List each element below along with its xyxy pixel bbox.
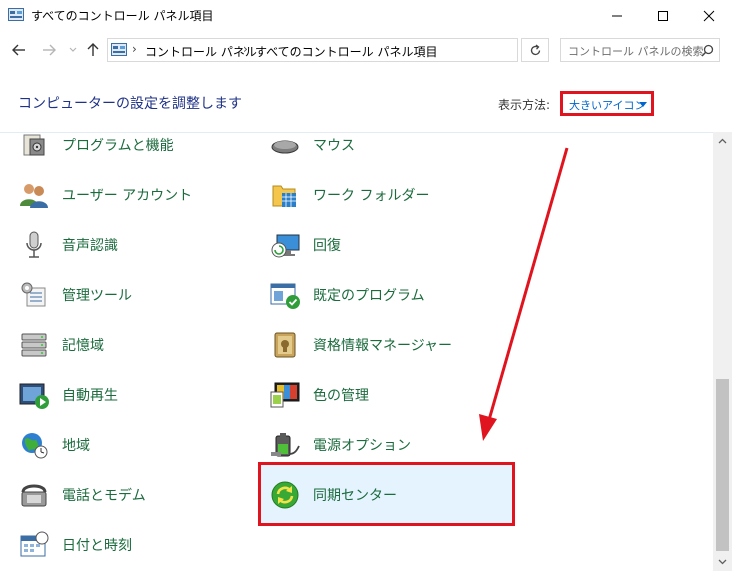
autoplay-icon — [16, 377, 52, 413]
item-region[interactable]: 地域 — [16, 424, 236, 466]
user-accounts-icon — [16, 177, 52, 213]
window-title: すべてのコントロール パネル項目 — [31, 9, 214, 23]
item-label: 音声認識 — [62, 238, 118, 254]
item-recovery[interactable]: 回復 — [267, 224, 507, 266]
item-programs-features[interactable]: プログラムと機能 — [16, 124, 236, 166]
forward-icon[interactable] — [40, 41, 58, 59]
control-panel-icon — [8, 8, 24, 21]
search-placeholder: コントロール パネルの検索 — [568, 45, 704, 58]
control-panel-icon — [111, 43, 127, 56]
item-autoplay[interactable]: 自動再生 — [16, 374, 236, 416]
microphone-icon — [16, 227, 52, 263]
up-icon[interactable] — [84, 41, 102, 59]
item-date-time[interactable]: 日付と時刻 — [16, 524, 236, 566]
item-label: 資格情報マネージャー — [313, 338, 453, 354]
recent-locations-icon[interactable] — [64, 41, 82, 59]
scroll-down-icon[interactable] — [718, 559, 727, 565]
item-credential-manager[interactable]: 資格情報マネージャー — [267, 324, 507, 366]
item-power-options[interactable]: 電源オプション — [267, 424, 507, 466]
item-label: 回復 — [313, 238, 341, 254]
item-label: 色の管理 — [313, 388, 369, 404]
color-management-icon — [267, 377, 303, 413]
refresh-icon — [530, 44, 541, 56]
maximize-icon — [658, 10, 668, 21]
scroll-up-icon[interactable] — [718, 138, 727, 144]
vertical-scrollbar[interactable] — [713, 132, 732, 571]
minimize-button[interactable] — [594, 0, 640, 31]
item-label: プログラムと機能 — [62, 138, 174, 154]
item-label: 既定のプログラム — [313, 288, 425, 304]
close-button[interactable] — [686, 0, 732, 31]
close-icon — [703, 10, 715, 21]
breadcrumb-all-items[interactable]: すべてのコントロール パネル項目 — [255, 43, 438, 60]
breadcrumb-separator[interactable]: › — [243, 42, 248, 56]
item-speech-recognition[interactable]: 音声認識 — [16, 224, 236, 266]
item-user-accounts[interactable]: ユーザー アカウント — [16, 174, 236, 216]
view-by-dropdown[interactable]: 大きいアイコン — [560, 91, 654, 116]
item-phone-modem[interactable]: 電話とモデム — [16, 474, 236, 516]
back-icon[interactable] — [10, 41, 28, 59]
minimize-icon — [612, 15, 622, 16]
title-bar: すべてのコントロール パネル項目 — [0, 0, 732, 31]
search-icon — [701, 44, 714, 57]
sync-center-icon — [267, 477, 303, 513]
item-work-folders[interactable]: ワーク フォルダー — [267, 174, 507, 216]
item-storage-spaces[interactable]: 記憶域 — [16, 324, 236, 366]
view-by-label: 表示方法: — [498, 98, 551, 112]
item-label: 管理ツール — [62, 288, 132, 304]
item-default-programs[interactable]: 既定のプログラム — [267, 274, 507, 316]
recovery-icon — [267, 227, 303, 263]
scrollbar-thumb[interactable] — [716, 379, 729, 551]
refresh-button[interactable] — [521, 38, 549, 62]
item-label: 記憶域 — [62, 338, 104, 354]
region-globe-icon — [16, 427, 52, 463]
item-label: 電話とモデム — [62, 488, 146, 504]
item-sync-center[interactable]: 同期センター — [267, 474, 507, 516]
item-label: 電源オプション — [313, 438, 411, 454]
item-label: ユーザー アカウント — [62, 188, 193, 204]
address-bar[interactable]: › コントロール パネル › すべてのコントロール パネル項目 — [107, 38, 518, 62]
item-label: 地域 — [62, 438, 90, 454]
storage-spaces-icon — [16, 327, 52, 363]
work-folders-icon — [267, 177, 303, 213]
page-heading: コンピューターの設定を調整します — [18, 96, 242, 112]
power-options-icon — [267, 427, 303, 463]
mouse-icon — [267, 127, 303, 163]
credential-manager-icon — [267, 327, 303, 363]
item-color-management[interactable]: 色の管理 — [267, 374, 507, 416]
item-label: 日付と時刻 — [62, 538, 132, 554]
date-time-icon — [16, 527, 52, 563]
maximize-button[interactable] — [640, 0, 686, 31]
item-label: マウス — [313, 138, 355, 154]
default-programs-icon — [267, 277, 303, 313]
item-label: ワーク フォルダー — [313, 188, 430, 204]
programs-features-icon — [16, 127, 52, 163]
view-by-value: 大きいアイコン — [569, 99, 646, 112]
search-input[interactable]: コントロール パネルの検索 — [560, 38, 720, 62]
item-label: 自動再生 — [62, 388, 118, 404]
chevron-down-icon — [639, 102, 647, 107]
item-admin-tools[interactable]: 管理ツール — [16, 274, 236, 316]
breadcrumb-separator[interactable]: › — [132, 42, 137, 56]
phone-modem-icon — [16, 477, 52, 513]
admin-tools-icon — [16, 277, 52, 313]
item-mouse[interactable]: マウス — [267, 124, 507, 166]
breadcrumb-control-panel[interactable]: コントロール パネル — [145, 43, 257, 60]
item-label: 同期センター — [313, 488, 397, 504]
